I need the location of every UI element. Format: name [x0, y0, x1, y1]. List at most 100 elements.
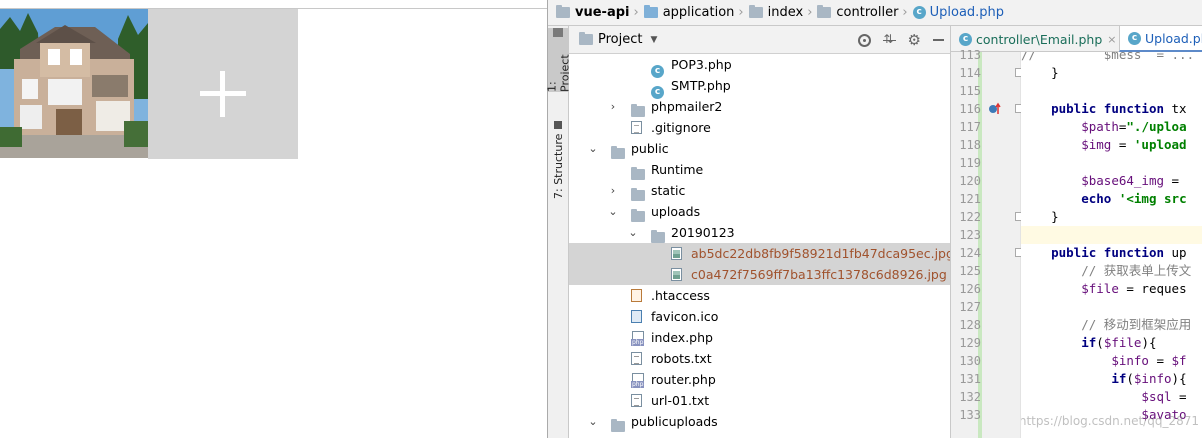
line-number: 116	[959, 102, 981, 116]
structure-icon	[554, 121, 563, 130]
breadcrumb-label: index	[767, 5, 804, 20]
line-number: 128	[959, 318, 981, 332]
tree-item[interactable]: .htaccess	[569, 285, 950, 306]
code-line[interactable]	[1021, 154, 1202, 172]
line-number: 132	[959, 390, 981, 404]
project-view-selector[interactable]: Project	[598, 32, 642, 47]
tree-item[interactable]: c SMTP.php	[569, 75, 950, 99]
folder-icon	[556, 5, 570, 18]
locate-file-icon[interactable]	[857, 33, 871, 47]
tree-item[interactable]: url-01.txt	[569, 390, 950, 411]
tree-item-label: 20190123	[651, 432, 715, 438]
code-line[interactable]: }	[1021, 64, 1202, 82]
implements-method-icon[interactable]	[988, 102, 1002, 116]
breadcrumb-project[interactable]: vue-api	[556, 5, 629, 20]
chevron-down-icon[interactable]: ⌄	[627, 222, 639, 243]
tab-project-toolwindow[interactable]: 1: Project	[545, 28, 572, 92]
editor-tab-bar: c controller\Email.php × c Upload.ph	[951, 26, 1202, 52]
tree-item-label: router.php	[651, 372, 716, 387]
tree-item[interactable]: ⌄ 20190123	[569, 222, 950, 243]
tree-item[interactable]: favicon.ico	[569, 306, 950, 327]
project-panel-header: Project ▼ ⚙	[569, 26, 950, 54]
tree-item[interactable]: Runtime	[569, 159, 950, 180]
line-number: 118	[959, 138, 981, 152]
breadcrumb-index[interactable]: index	[748, 5, 804, 20]
project-panel: Project ▼ ⚙ cPOP3.phpcSMTP.php›phpmailer…	[569, 26, 951, 438]
chevron-right-icon: ›	[902, 5, 908, 20]
tree-item[interactable]: robots.txt	[569, 348, 950, 369]
tool-window-strip: 1: Project 7: Structure	[545, 26, 572, 438]
line-number: 117	[959, 120, 981, 134]
code-line[interactable]: $sql =	[1021, 388, 1202, 406]
tree-item[interactable]: ⌄ uploads	[569, 201, 950, 222]
breadcrumb-file[interactable]: c Upload.php	[912, 5, 1004, 20]
chevron-down-icon[interactable]: ⌄	[607, 201, 619, 222]
uploaded-house-image[interactable]	[0, 9, 148, 158]
code-line[interactable]: $file = reques	[1021, 280, 1202, 298]
tree-item-label: favicon.ico	[651, 309, 719, 324]
breadcrumb-controller[interactable]: controller	[817, 5, 898, 20]
chevron-right-icon: ›	[738, 5, 744, 20]
code-line[interactable]: // 移动到框架应用	[1021, 316, 1202, 334]
tree-item[interactable]: 20190123	[569, 432, 950, 438]
code-line[interactable]: public function up	[1021, 244, 1202, 262]
add-image-button[interactable]	[148, 9, 298, 159]
line-number: 123	[959, 228, 981, 242]
tree-item[interactable]: ⌄ public	[569, 138, 950, 159]
code-line[interactable]: // 获取表单上传文	[1021, 262, 1202, 280]
code-line[interactable]: // $mess = ...	[1021, 52, 1202, 64]
breadcrumb-label: vue-api	[575, 5, 630, 20]
php-file-icon	[631, 331, 645, 346]
php-class-icon: c	[912, 6, 926, 19]
tree-item[interactable]: c POP3.php	[569, 54, 950, 78]
folder-icon	[579, 32, 593, 45]
tree-item[interactable]: ab5dc22db8fb9f58921d1fb47dca95ec.jpg	[569, 243, 950, 264]
code-line[interactable]	[1021, 298, 1202, 316]
chevron-down-icon[interactable]: ⌄	[587, 138, 599, 159]
tab-structure-toolwindow[interactable]: 7: Structure	[548, 118, 569, 202]
tree-item[interactable]: .gitignore	[569, 117, 950, 138]
line-number: 133	[959, 408, 981, 422]
tab-label: 1: Project	[545, 54, 572, 92]
code-area[interactable]: $avato $sql = if($info){ $info = $f if($…	[1021, 52, 1202, 438]
tree-item-label: POP3.php	[671, 57, 732, 72]
browser-page	[0, 0, 547, 438]
folder-icon	[748, 5, 763, 18]
breadcrumb-application[interactable]: application	[643, 5, 734, 20]
breadcrumb-label: controller	[836, 5, 899, 20]
line-number-gutter[interactable]: 113 114 115 116 117 118 119 120 121 122 123 124 125 1…	[951, 48, 1023, 438]
code-line[interactable]	[1021, 226, 1202, 244]
code-line[interactable]: if($info){	[1021, 370, 1202, 388]
tree-item[interactable]: ⌄ publicuploads	[569, 411, 950, 432]
collapse-all-icon[interactable]	[882, 32, 896, 47]
php-class-icon: c	[1128, 31, 1141, 45]
chevron-down-icon[interactable]: ⌄	[587, 411, 599, 432]
code-line[interactable]: if($file){	[1021, 334, 1202, 352]
code-line[interactable]: }	[1021, 208, 1202, 226]
tree-item[interactable]: index.php	[569, 327, 950, 348]
tree-item[interactable]: › phpmailer2	[569, 96, 950, 117]
chevron-down-icon[interactable]: ▼	[650, 35, 657, 45]
code-line[interactable]: $info = $f	[1021, 352, 1202, 370]
php-file-icon	[631, 373, 645, 388]
code-line[interactable]: echo '<img src	[1021, 190, 1202, 208]
code-line[interactable]	[1021, 82, 1202, 100]
tree-item-label: publicuploads	[631, 414, 718, 429]
tree-item[interactable]: › static	[569, 180, 950, 201]
chevron-right-icon: ›	[807, 5, 813, 20]
gear-icon[interactable]: ⚙	[908, 32, 921, 48]
tree-item[interactable]: c0a472f7569ff7ba13ffc1378c6d8926.jpg	[569, 264, 950, 285]
close-icon[interactable]: ×	[1107, 33, 1116, 46]
tree-item[interactable]: router.php	[569, 369, 950, 390]
code-line[interactable]: $base64_img =	[1021, 172, 1202, 190]
chevron-right-icon[interactable]: ›	[607, 180, 619, 201]
code-line[interactable]: $path="./uploa	[1021, 118, 1202, 136]
minimize-icon[interactable]	[933, 39, 944, 41]
image-file-icon	[671, 247, 682, 260]
tab-label: 7: Structure	[552, 133, 565, 199]
tab-upload-php[interactable]: c Upload.ph	[1119, 26, 1202, 52]
chevron-right-icon[interactable]: ›	[607, 96, 619, 117]
code-line[interactable]: public function tx	[1021, 100, 1202, 118]
line-number: 124	[959, 246, 981, 260]
code-line[interactable]: $img = 'upload	[1021, 136, 1202, 154]
